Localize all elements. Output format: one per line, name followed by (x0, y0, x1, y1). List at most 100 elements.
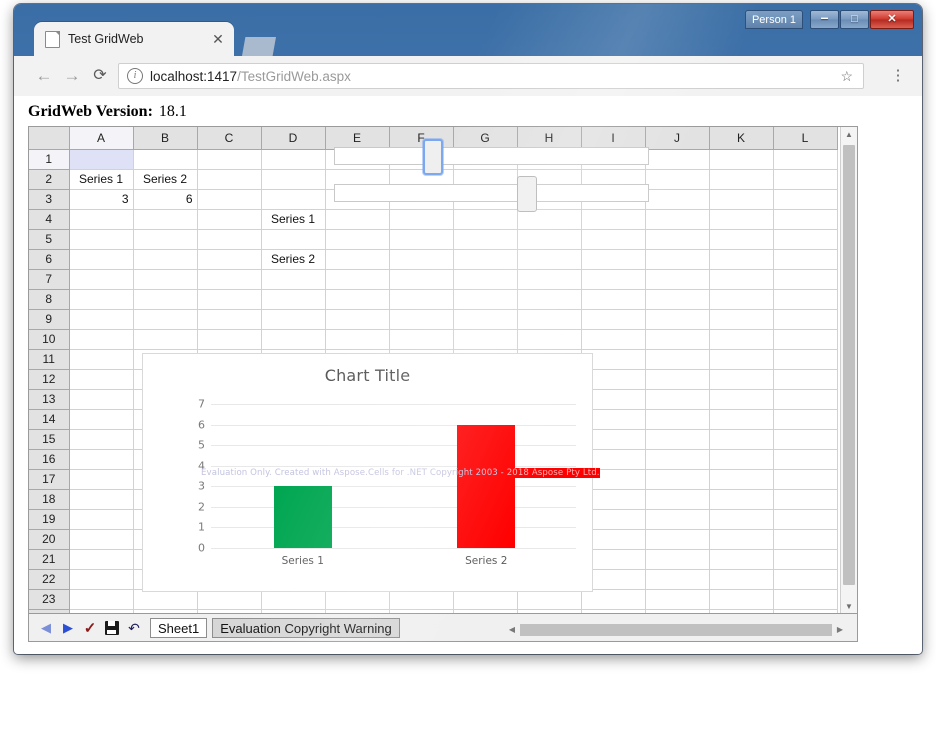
grid-cell-b4[interactable] (132, 208, 198, 230)
grid-cell-k9[interactable] (708, 308, 774, 330)
grid-cell-c10[interactable] (196, 328, 262, 350)
grid-cell-j21[interactable] (644, 548, 710, 570)
vertical-scrollbar-thumb[interactable] (843, 145, 855, 585)
grid-cell-h6[interactable] (516, 248, 582, 270)
grid-cell-a9[interactable] (68, 308, 134, 330)
column-header-g[interactable]: G (452, 127, 518, 150)
row-header-9[interactable]: 9 (29, 308, 70, 330)
grid-cell-l16[interactable] (772, 448, 838, 470)
grid-cell-j6[interactable] (644, 248, 710, 270)
back-icon[interactable]: ← (34, 66, 54, 86)
grid-cell-e10[interactable] (324, 328, 390, 350)
grid-cell-f23[interactable] (388, 588, 454, 610)
info-icon[interactable]: i (127, 68, 143, 84)
grid-cell-c3[interactable] (196, 188, 262, 210)
grid-cell-b1[interactable] (132, 148, 198, 170)
grid-cell-k8[interactable] (708, 288, 774, 310)
row-header-16[interactable]: 16 (29, 448, 70, 470)
sheet-tab-evaluation-copyright-warning[interactable]: Evaluation Copyright Warning (212, 618, 400, 638)
grid-cell-j23[interactable] (644, 588, 710, 610)
grid-cell-i10[interactable] (580, 328, 646, 350)
grid-cell-a15[interactable] (68, 428, 134, 450)
column-header-d[interactable]: D (260, 127, 326, 150)
grid-cell-k14[interactable] (708, 408, 774, 430)
grid-cell-a23[interactable] (68, 588, 134, 610)
address-bar[interactable]: i localhost:1417/TestGridWeb.aspx ☆ (118, 63, 864, 89)
grid-cell-i8[interactable] (580, 288, 646, 310)
row-header-6[interactable]: 6 (29, 248, 70, 270)
grid-cell-k1[interactable] (708, 148, 774, 170)
row-header-17[interactable]: 17 (29, 468, 70, 490)
grid-cell-k15[interactable] (708, 428, 774, 450)
grid-cell-e6[interactable] (324, 248, 390, 270)
grid-cell-f8[interactable] (388, 288, 454, 310)
grid-cell-j22[interactable] (644, 568, 710, 590)
grid-cell-k11[interactable] (708, 348, 774, 370)
grid-cell-k6[interactable] (708, 248, 774, 270)
grid-cell-e23[interactable] (324, 588, 390, 610)
row-header-3[interactable]: 3 (29, 188, 70, 210)
grid-cell-c8[interactable] (196, 288, 262, 310)
bar-chart[interactable]: Chart Title 0 1 2 3 4 5 6 7 Series 1 Series 2 Eva… (142, 353, 600, 592)
grid-cell-j4[interactable] (644, 208, 710, 230)
grid-cell-l1[interactable] (772, 148, 838, 170)
grid-cell-l2[interactable] (772, 168, 838, 190)
vertical-scrollbar[interactable]: ▲ ▼ (840, 127, 857, 615)
column-header-h[interactable]: H (516, 127, 582, 150)
grid-cell-g9[interactable] (452, 308, 518, 330)
grid-cell-j3[interactable] (644, 188, 710, 210)
grid-cell-j9[interactable] (644, 308, 710, 330)
grid-cell-a20[interactable] (68, 528, 134, 550)
column-header-c[interactable]: C (196, 127, 262, 150)
grid-cell-c6[interactable] (196, 248, 262, 270)
grid-cell-e9[interactable] (324, 308, 390, 330)
minimize-button[interactable]: – (810, 10, 839, 29)
grid-cell-a4[interactable] (68, 208, 134, 230)
grid-cell-a19[interactable] (68, 508, 134, 530)
grid-cell-e5[interactable] (324, 228, 390, 250)
sheet-tab-sheet1[interactable]: Sheet1 (150, 618, 208, 638)
grid-cell-j8[interactable] (644, 288, 710, 310)
grid-cell-g10[interactable] (452, 328, 518, 350)
grid-cell-j18[interactable] (644, 488, 710, 510)
row-header-7[interactable]: 7 (29, 268, 70, 290)
grid-cell-b7[interactable] (132, 268, 198, 290)
grid-cell-a18[interactable] (68, 488, 134, 510)
grid-cell-b9[interactable] (132, 308, 198, 330)
close-window-button[interactable]: ✕ (870, 10, 914, 29)
grid-cell-l18[interactable] (772, 488, 838, 510)
column-header-f[interactable]: F (388, 127, 454, 150)
row-header-23[interactable]: 23 (29, 588, 70, 610)
grid-cell-j14[interactable] (644, 408, 710, 430)
grid-cell-k5[interactable] (708, 228, 774, 250)
grid-cell-h4[interactable] (516, 208, 582, 230)
row-header-19[interactable]: 19 (29, 508, 70, 530)
grid-cell-l20[interactable] (772, 528, 838, 550)
scroll-right-icon[interactable]: ▶ (833, 625, 847, 634)
grid-cell-b10[interactable] (132, 328, 198, 350)
grid-cell-d1[interactable] (260, 148, 326, 170)
grid-cell-a1[interactable] (68, 148, 134, 170)
row-header-4[interactable]: 4 (29, 208, 70, 230)
grid-cell-l9[interactable] (772, 308, 838, 330)
grid-cell-g8[interactable] (452, 288, 518, 310)
grid-cell-k22[interactable] (708, 568, 774, 590)
row-header-12[interactable]: 12 (29, 368, 70, 390)
grid-cell-l12[interactable] (772, 368, 838, 390)
grid-cell-a5[interactable] (68, 228, 134, 250)
grid-cell-l5[interactable] (772, 228, 838, 250)
grid-cell-a14[interactable] (68, 408, 134, 430)
maximize-button[interactable]: □ (840, 10, 869, 29)
grid-cell-a16[interactable] (68, 448, 134, 470)
grid-cell-a6[interactable] (68, 248, 134, 270)
grid-cell-i7[interactable] (580, 268, 646, 290)
grid-cell-e4[interactable] (324, 208, 390, 230)
grid-cell-a2[interactable]: Series 1 (68, 168, 134, 190)
grid-cell-i9[interactable] (580, 308, 646, 330)
grid-cell-k21[interactable] (708, 548, 774, 570)
grid-cell-l17[interactable] (772, 468, 838, 490)
grid-cell-f7[interactable] (388, 268, 454, 290)
grid-cell-j7[interactable] (644, 268, 710, 290)
row-header-1[interactable]: 1 (29, 148, 70, 170)
grid-cell-e7[interactable] (324, 268, 390, 290)
